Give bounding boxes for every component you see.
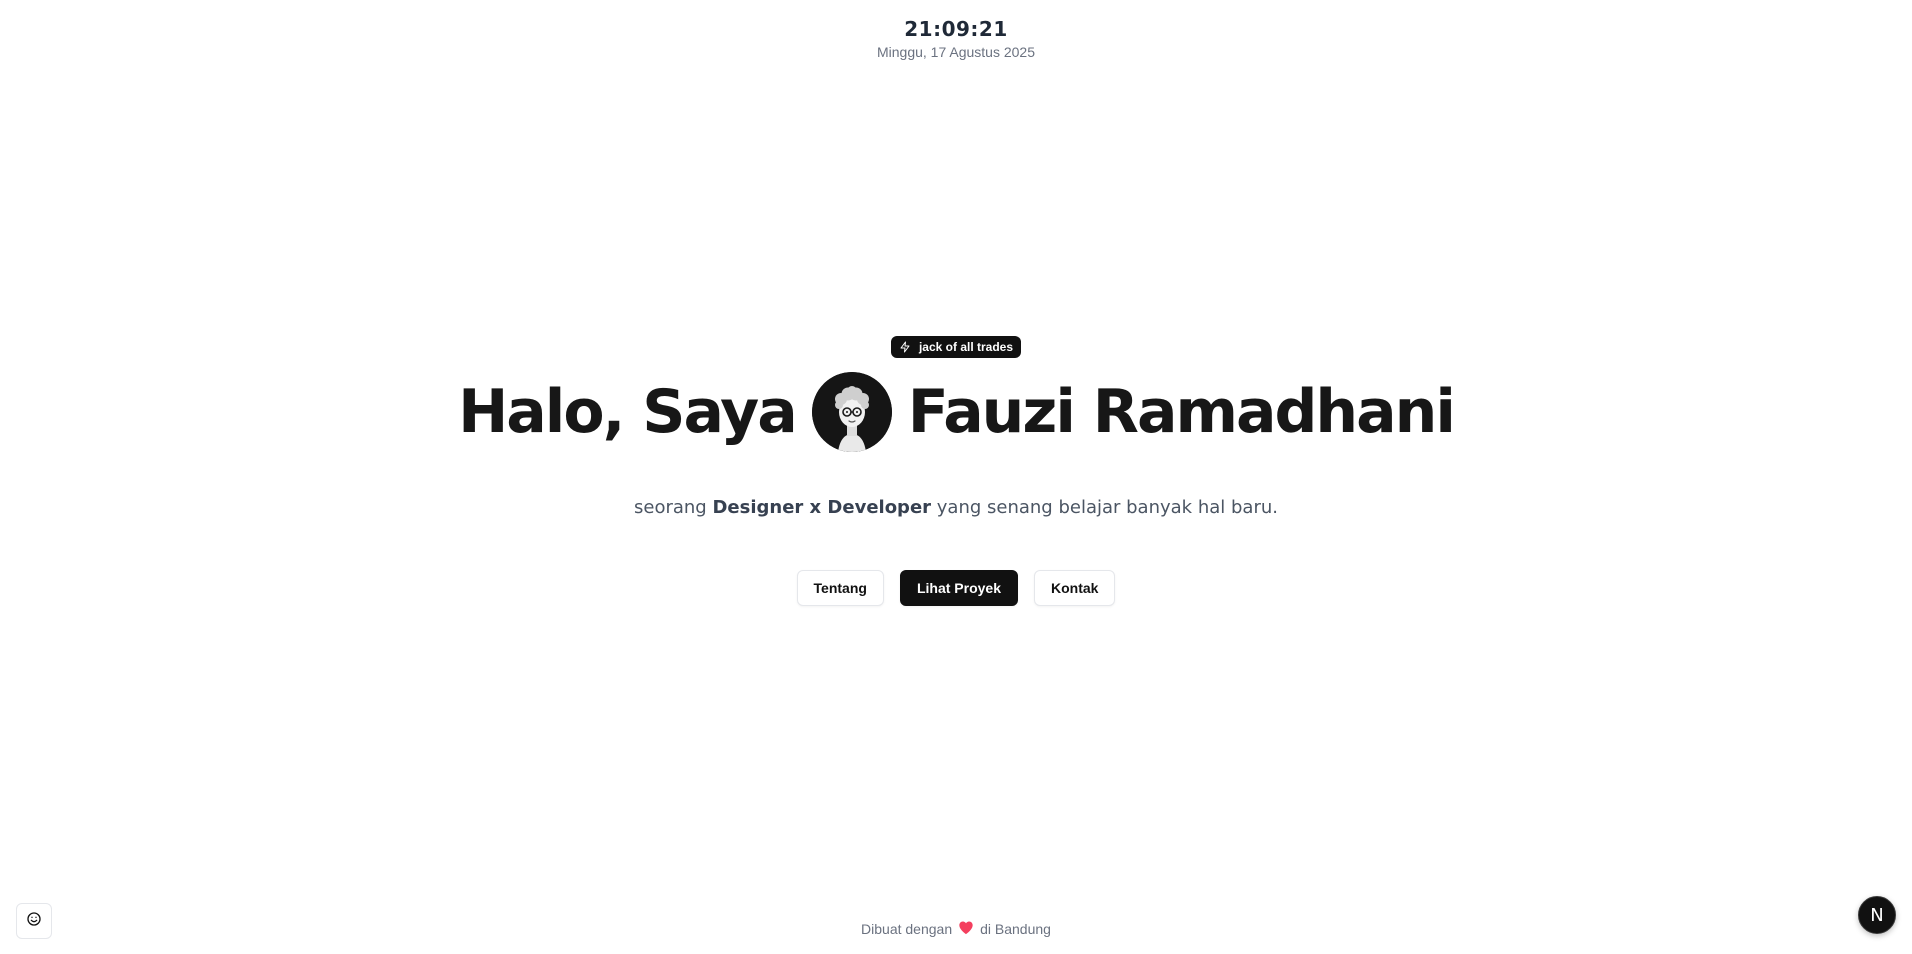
clock: 21:09:21 Minggu, 17 Agustus 2025 <box>0 16 1912 61</box>
page: 21:09:21 Minggu, 17 Agustus 2025 jack of… <box>0 0 1912 954</box>
footer-suffix: di Bandung <box>980 921 1051 937</box>
nextjs-logo-icon: N <box>1870 904 1884 926</box>
tagline: seorang Designer x Developer yang senang… <box>0 496 1912 520</box>
view-projects-button[interactable]: Lihat Proyek <box>899 570 1018 606</box>
role-badge-label: jack of all trades <box>918 340 1014 354</box>
headline-greeting: Halo, Saya <box>458 377 798 447</box>
headline-name: Fauzi Ramadhani <box>907 377 1456 447</box>
tagline-highlight: Designer x Developer <box>712 497 932 518</box>
heart-icon <box>958 920 974 938</box>
nextjs-dev-indicator-button[interactable]: N <box>1858 896 1896 934</box>
clock-date: Minggu, 17 Agustus 2025 <box>876 44 1035 60</box>
footer: Dibuat dengan di Bandung <box>0 920 1912 938</box>
tagline-suffix: yang senang belajar banyak hal baru. <box>936 497 1278 518</box>
clock-time: 21:09:21 <box>904 17 1008 41</box>
page-title: Halo, Saya Fauzi Ramadhani <box>0 370 1912 454</box>
hero-actions: Tentang Lihat Proyek Kontak <box>0 570 1912 606</box>
about-button[interactable]: Tentang <box>796 570 884 606</box>
hero-section: jack of all trades Halo, Saya Fauzi Rama… <box>0 336 1912 606</box>
role-badge: jack of all trades <box>890 336 1022 358</box>
contact-button[interactable]: Kontak <box>1033 570 1116 606</box>
zap-icon <box>899 341 911 353</box>
tagline-prefix: seorang <box>634 497 707 518</box>
avatar <box>811 372 892 452</box>
footer-prefix: Dibuat dengan <box>861 921 953 937</box>
